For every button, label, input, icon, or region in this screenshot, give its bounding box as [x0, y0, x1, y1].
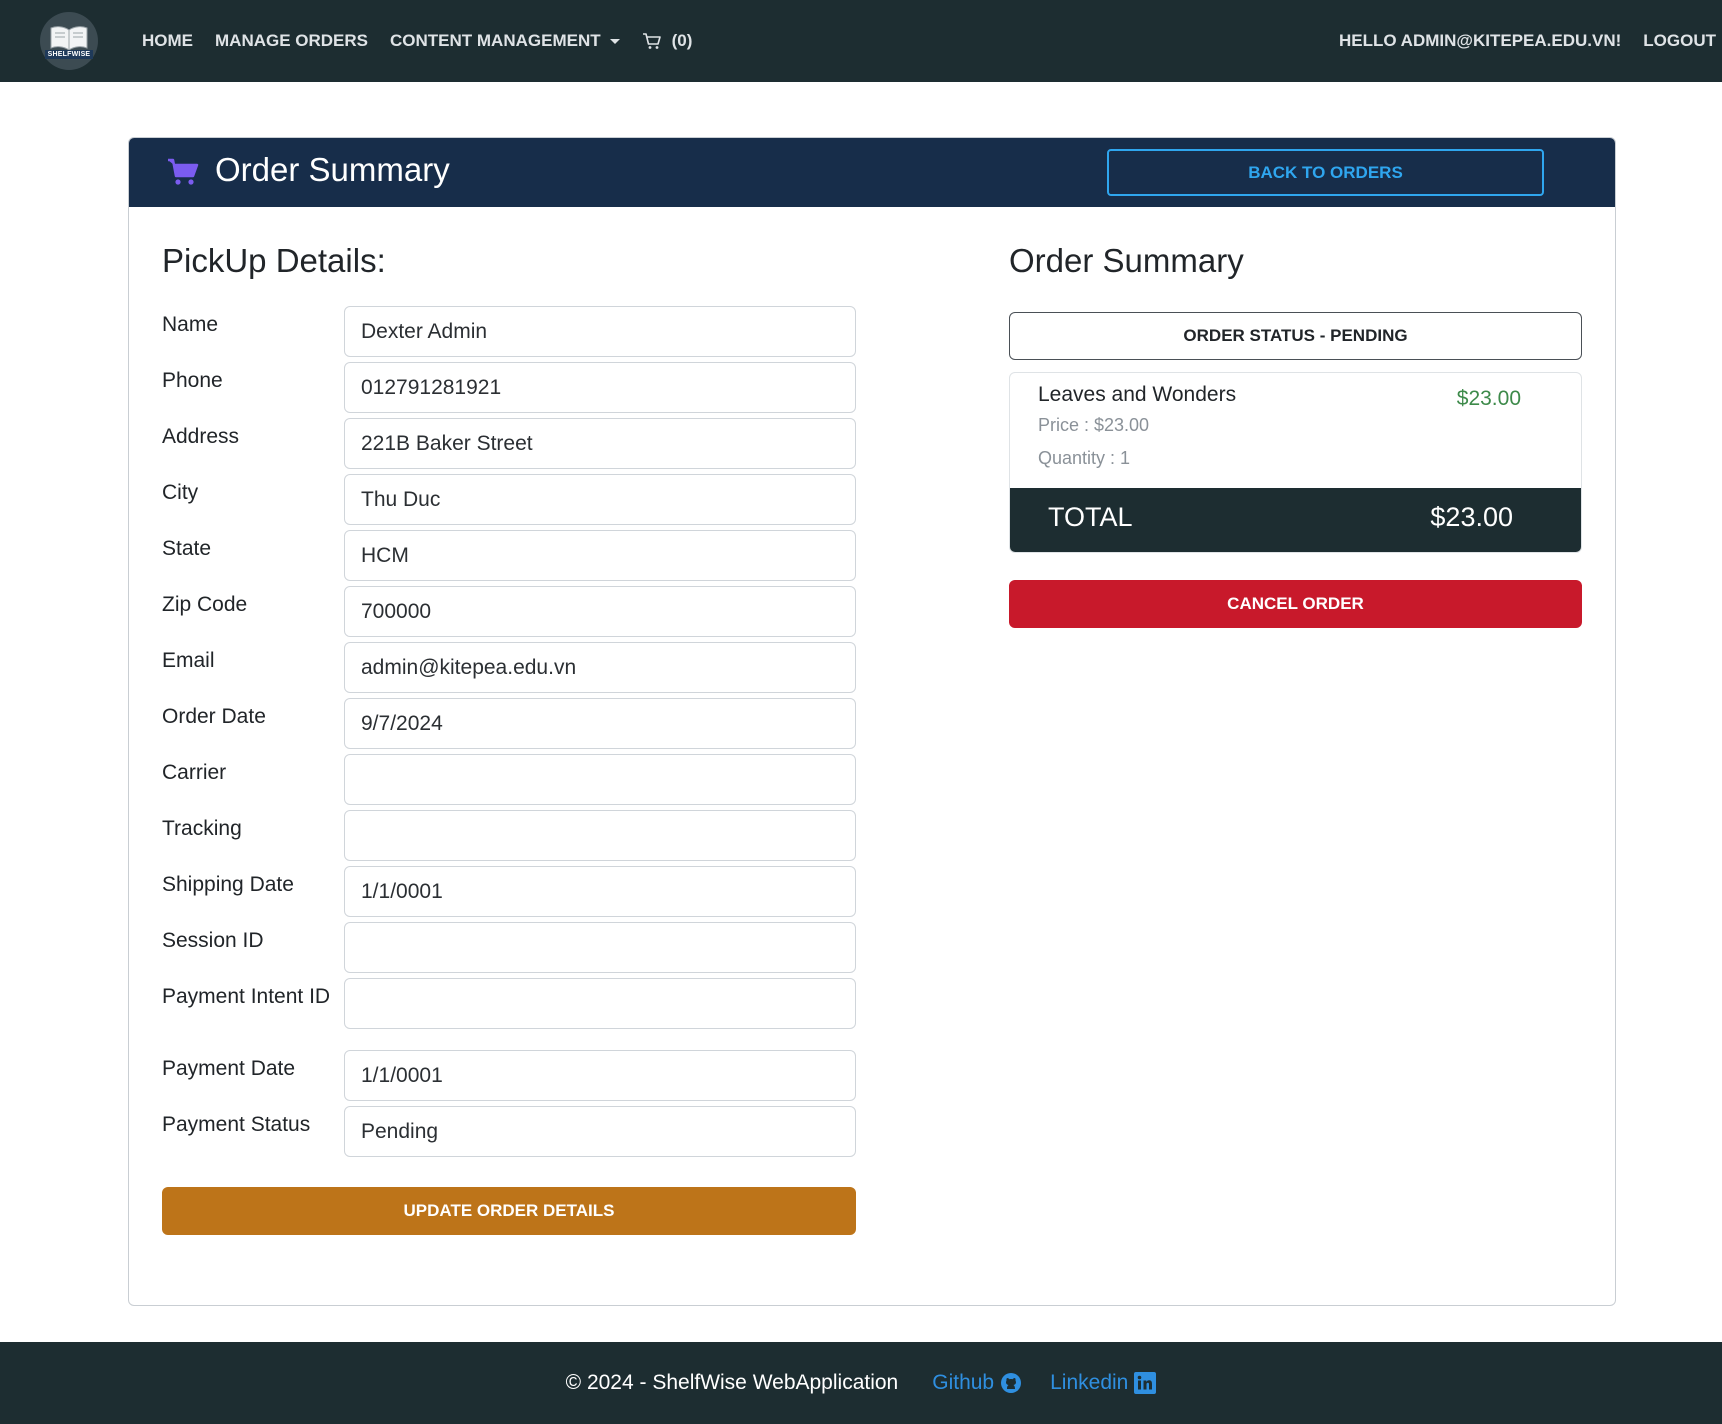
total-label: TOTAL — [1048, 502, 1133, 532]
zip-code-label: Zip Code — [162, 593, 248, 616]
tracking-label: Tracking — [162, 817, 242, 840]
payment-date-input[interactable] — [344, 1050, 856, 1101]
item-price: Price : $23.00 — [1038, 415, 1150, 435]
payment-intent-id-label: Payment Intent ID — [162, 985, 331, 1008]
top-navbar: SHELFWISE Home Manage Orders Content Man… — [0, 0, 1722, 82]
logout-link[interactable]: Logout — [1643, 31, 1716, 51]
carrier-input[interactable] — [344, 754, 856, 805]
state-input[interactable] — [344, 530, 856, 581]
name-input[interactable] — [344, 306, 856, 357]
email-label: Email — [162, 649, 215, 672]
order-status-badge: Order Status - Pending — [1009, 312, 1582, 360]
item-quantity: Quantity : 1 — [1038, 448, 1131, 468]
payment-date-label: Payment Date — [162, 1057, 296, 1080]
cancel-order-button[interactable]: Cancel Order — [1009, 580, 1582, 628]
linkedin-icon — [1134, 1372, 1157, 1394]
order-date-label: Order Date — [162, 705, 266, 728]
phone-input[interactable] — [344, 362, 856, 413]
open-book-icon — [50, 25, 88, 51]
session-id-label: Session ID — [162, 929, 264, 952]
tracking-input[interactable] — [344, 810, 856, 861]
card-title: Order Summary — [215, 151, 450, 188]
update-order-details-button[interactable]: Update Order Details — [162, 1187, 856, 1235]
payment-status-input[interactable] — [344, 1106, 856, 1157]
name-label: Name — [162, 313, 219, 336]
payment-intent-id-input[interactable] — [344, 978, 856, 1029]
email-input[interactable] — [344, 642, 856, 693]
pickup-details-title: PickUp Details: — [162, 242, 386, 279]
total-value: $23.00 — [1430, 502, 1513, 532]
address-label: Address — [162, 425, 240, 448]
cart-icon — [642, 33, 661, 49]
city-input[interactable] — [344, 474, 856, 525]
shopping-cart-icon — [168, 158, 199, 185]
chevron-down-icon — [609, 38, 620, 44]
nav-cart[interactable]: (0) — [642, 31, 693, 51]
github-icon — [1001, 1373, 1022, 1393]
logo-text: SHELFWISE — [44, 49, 94, 59]
city-label: City — [162, 481, 199, 504]
back-to-orders-button[interactable]: Back to Orders — [1107, 149, 1544, 196]
linkedin-label: Linkedin — [1050, 1371, 1129, 1394]
payment-status-label: Payment Status — [162, 1113, 311, 1136]
address-input[interactable] — [344, 418, 856, 469]
nav-content-management-label: Content Management — [390, 31, 601, 50]
github-label: Github — [932, 1371, 995, 1394]
nav-content-management[interactable]: Content Management — [390, 31, 620, 51]
order-summary-title: Order Summary — [1009, 242, 1244, 279]
user-greeting[interactable]: Hello admin@kitepea.edu.vn! — [1339, 31, 1621, 51]
cart-count: (0) — [671, 31, 693, 50]
carrier-label: Carrier — [162, 761, 227, 784]
zip-code-input[interactable] — [344, 586, 856, 637]
linkedin-link[interactable]: Linkedin — [1050, 1371, 1157, 1395]
item-line-total: $23.00 — [1456, 387, 1521, 410]
github-link[interactable]: Github — [932, 1371, 1022, 1395]
footer-copyright: © 2024 - ShelfWise WebApplication — [565, 1371, 899, 1394]
shipping-date-label: Shipping Date — [162, 873, 294, 896]
card-header: Order Summary Back to Orders — [129, 138, 1615, 207]
nav-home[interactable]: Home — [142, 31, 193, 51]
nav-manage-orders[interactable]: Manage Orders — [215, 31, 368, 51]
total-bar: TOTAL $23.00 — [1010, 488, 1581, 552]
order-date-input[interactable] — [344, 698, 856, 749]
order-card: Order Summary Back to Orders PickUp Deta… — [128, 137, 1616, 1306]
phone-label: Phone — [162, 369, 223, 392]
order-items-list: Leaves and Wonders $23.00 Price : $23.00… — [1009, 372, 1582, 553]
shipping-date-input[interactable] — [344, 866, 856, 917]
shelfwise-logo[interactable]: SHELFWISE — [40, 12, 98, 70]
state-label: State — [162, 537, 212, 560]
session-id-input[interactable] — [344, 922, 856, 973]
page-footer: © 2024 - ShelfWise WebApplication Github… — [0, 1342, 1722, 1424]
item-name: Leaves and Wonders — [1038, 383, 1237, 406]
